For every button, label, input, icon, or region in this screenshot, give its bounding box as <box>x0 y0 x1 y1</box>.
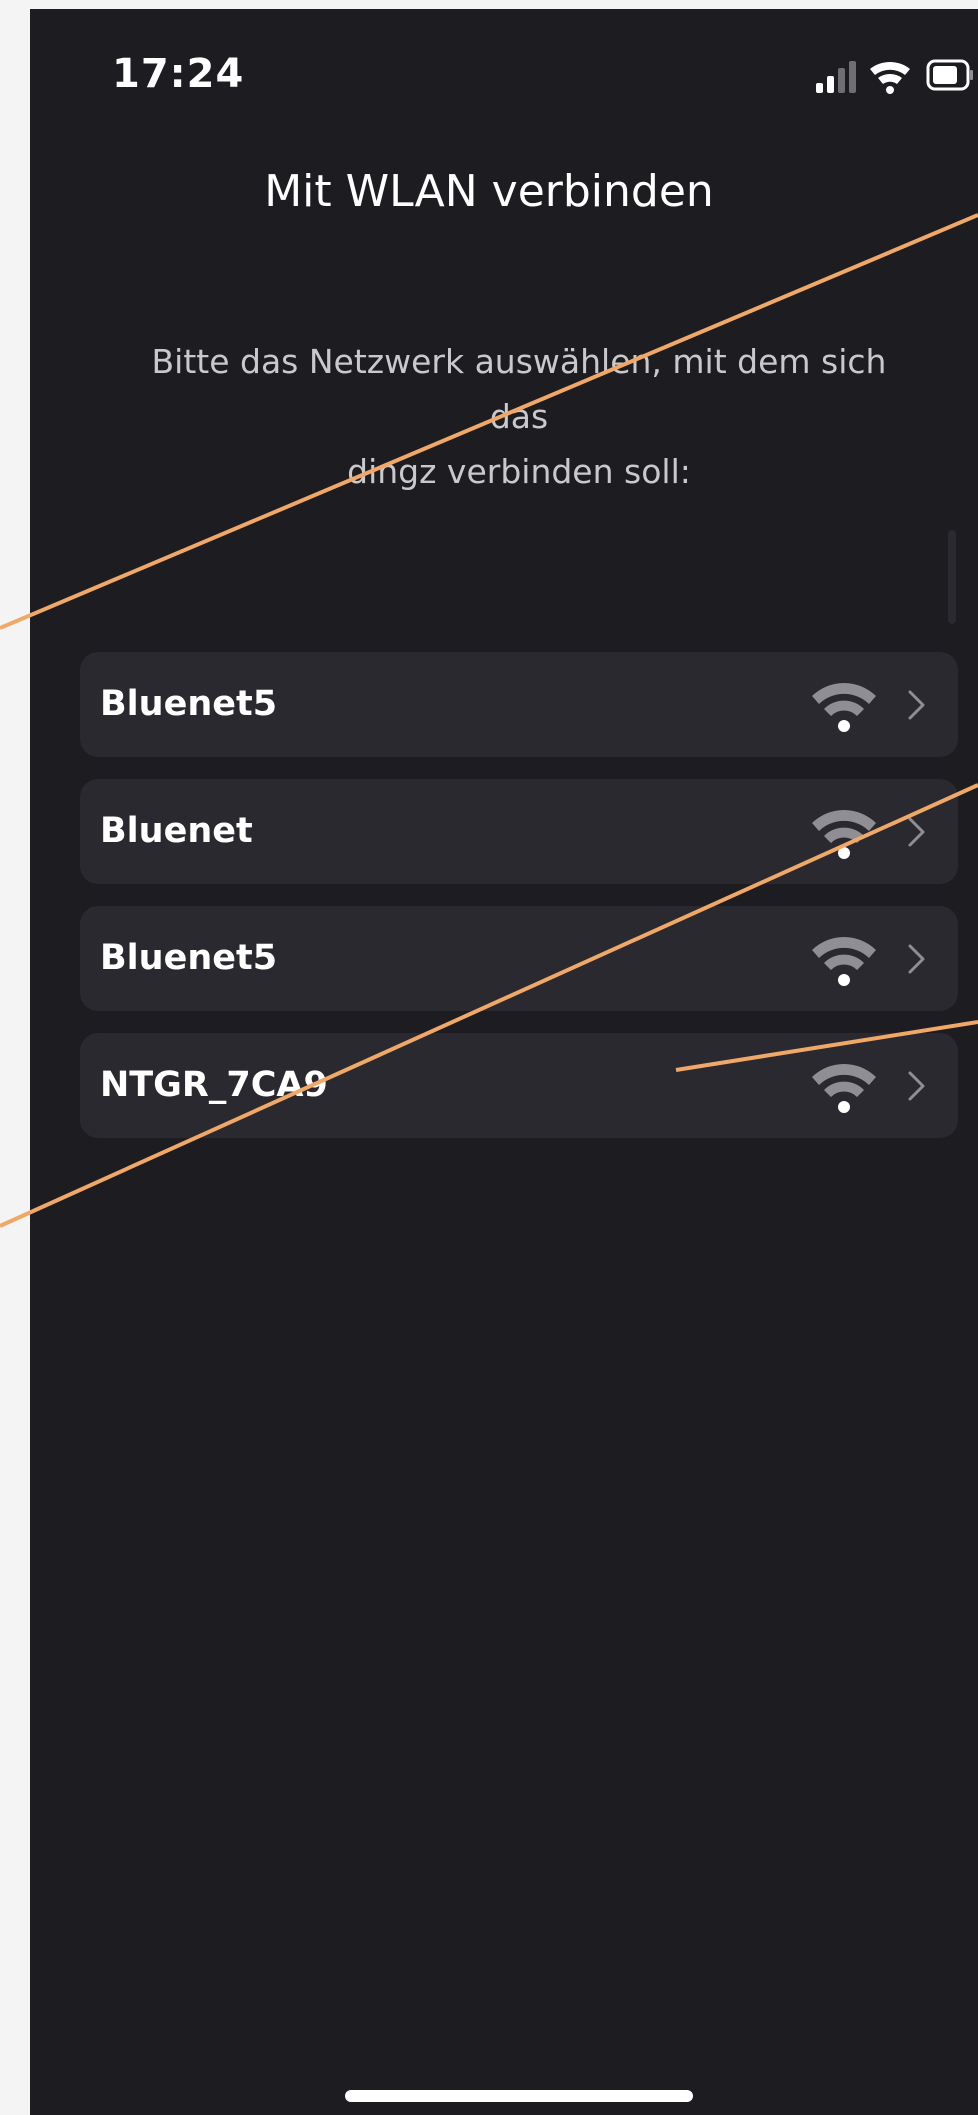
wifi-icon <box>870 61 910 94</box>
chevron-right-icon <box>908 944 925 974</box>
status-time: 17:24 <box>112 51 245 97</box>
page-title: Mit WLAN verbinden <box>264 166 714 217</box>
network-item-bluenet[interactable]: Bluenet <box>80 779 958 884</box>
wifi-signal-icon <box>812 937 876 986</box>
chevron-right-icon <box>908 1071 925 1101</box>
network-name: Bluenet <box>100 811 253 851</box>
status-icons <box>816 59 973 94</box>
network-list: Bluenet5 Bluenet Bluenet5 NTGR_7CA9 <box>80 652 958 1160</box>
wifi-signal-icon <box>812 810 876 859</box>
network-item-bluenet5[interactable]: Bluenet5 <box>80 652 958 757</box>
network-item-bluenet5-2[interactable]: Bluenet5 <box>80 906 958 1011</box>
scroll-indicator <box>948 530 956 624</box>
home-indicator[interactable] <box>345 2090 693 2102</box>
chevron-right-icon <box>908 817 925 847</box>
wifi-signal-icon <box>812 683 876 732</box>
wifi-signal-icon <box>812 1064 876 1113</box>
network-name: Bluenet5 <box>100 938 278 978</box>
network-name: NTGR_7CA9 <box>100 1065 328 1105</box>
chevron-right-icon <box>908 690 925 720</box>
cellular-signal-icon <box>816 61 856 93</box>
page-subtitle: Bitte das Netzwerk auswählen, mit dem si… <box>151 342 887 491</box>
network-name: Bluenet5 <box>100 684 278 724</box>
battery-icon <box>926 59 973 91</box>
network-item-ntgr-7ca9[interactable]: NTGR_7CA9 <box>80 1033 958 1138</box>
